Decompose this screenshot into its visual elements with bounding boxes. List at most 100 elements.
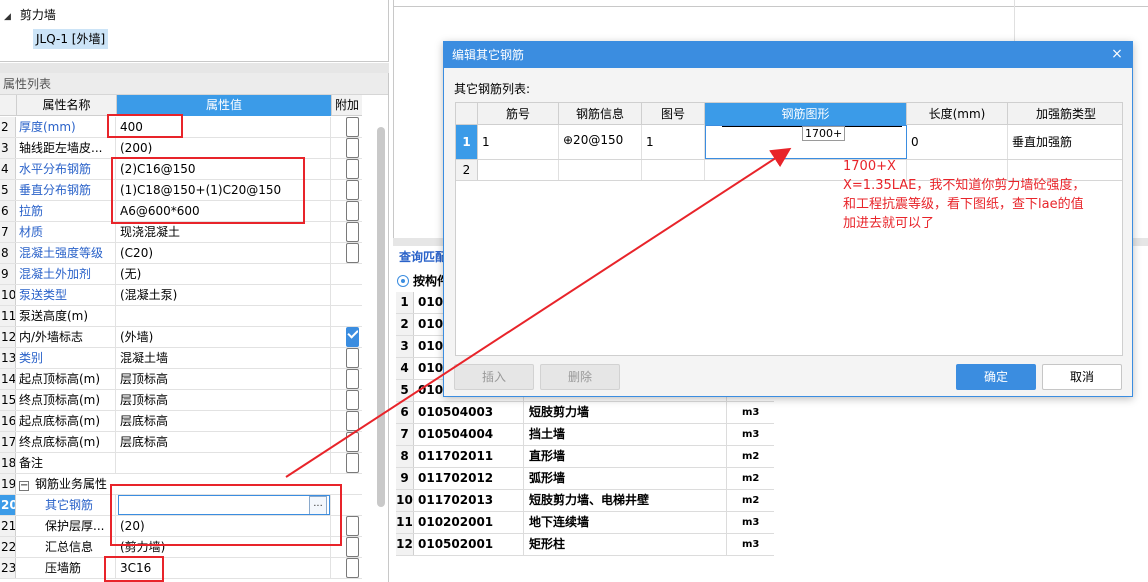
query-row[interactable]: 10 011702013 短肢剪力墙、电梯井壁 m2 [396, 490, 774, 512]
cell-shape[interactable]: 1700+ [705, 125, 907, 159]
collapse-icon[interactable]: − [19, 481, 29, 491]
item-code[interactable]: 010504003 [416, 402, 524, 423]
item-name[interactable]: 直形墙 [525, 446, 727, 467]
radio-selected-icon[interactable] [397, 275, 409, 287]
query-row[interactable]: 12 010502001 矩形柱 m3 [396, 534, 774, 556]
property-row[interactable]: 23 压墙筋 3C16 [0, 558, 362, 579]
item-name[interactable]: 挡土墙 [525, 424, 727, 445]
extra-checkbox[interactable] [346, 180, 359, 200]
item-code[interactable]: 010502001 [416, 534, 524, 555]
property-row[interactable]: 13 类别 混凝土墙 [0, 348, 362, 369]
cell-bar-info[interactable] [559, 160, 642, 180]
header-extra[interactable]: 附加 [332, 95, 362, 116]
rebar-row[interactable]: 1 1 ⊕20@150 1 1700+ 0 垂直加强筋 [456, 125, 1122, 160]
cell-bar-no[interactable] [478, 160, 559, 180]
property-value[interactable]: (外墙) [117, 327, 331, 347]
collapse-triangle-icon[interactable]: ◢ [4, 8, 16, 26]
property-row[interactable]: 15 终点顶标高(m) 层顶标高 [0, 390, 362, 411]
property-row[interactable]: 11 泵送高度(m) [0, 306, 362, 327]
extra-checkbox[interactable] [346, 117, 359, 137]
extra-checkbox[interactable] [346, 138, 359, 158]
extra-checkbox[interactable] [346, 411, 359, 431]
header-value[interactable]: 属性值 [117, 95, 332, 116]
property-row[interactable]: 14 起点顶标高(m) 层顶标高 [0, 369, 362, 390]
property-row[interactable]: 8 混凝土强度等级 (C20) [0, 243, 362, 264]
cancel-button[interactable]: 取消 [1042, 364, 1122, 390]
extra-checkbox[interactable] [346, 243, 359, 263]
extra-checkbox[interactable] [346, 516, 359, 536]
item-code[interactable]: 010504004 [416, 424, 524, 445]
property-value[interactable]: (200) [117, 138, 331, 158]
tree-node-shear-wall[interactable]: ◢ 剪力墙 [4, 6, 56, 24]
property-row[interactable]: 7 材质 现浇混凝土 [0, 222, 362, 243]
col-type[interactable]: 加强筋类型 [1008, 103, 1122, 125]
property-row[interactable]: 12 内/外墙标志 (外墙) [0, 327, 362, 348]
extra-checkbox[interactable] [346, 369, 359, 389]
property-row[interactable]: 3 轴线距左墙皮... (200) [0, 138, 362, 159]
delete-button[interactable]: 删除 [540, 364, 620, 390]
insert-button[interactable]: 插入 [454, 364, 534, 390]
extra-checkbox[interactable] [346, 537, 359, 557]
extra-checkbox[interactable] [346, 390, 359, 410]
cell-fig-no[interactable]: 1 [642, 125, 705, 159]
col-bar-info[interactable]: 钢筋信息 [559, 103, 642, 125]
property-value[interactable] [117, 453, 331, 473]
extra-checkbox[interactable] [346, 348, 359, 368]
query-row[interactable]: 11 010202001 地下连续墙 m3 [396, 512, 774, 534]
query-row[interactable]: 9 011702012 弧形墙 m2 [396, 468, 774, 490]
col-length[interactable]: 长度(mm) [907, 103, 1008, 125]
extra-checkbox[interactable] [346, 222, 359, 242]
row-num[interactable]: 2 [456, 160, 478, 180]
close-icon[interactable]: × [1108, 45, 1126, 63]
cell-bar-info[interactable]: ⊕20@150 [559, 125, 642, 159]
cell-length[interactable]: 0 [907, 125, 1008, 159]
item-name[interactable]: 矩形柱 [525, 534, 727, 555]
extra-checkbox[interactable] [346, 558, 359, 578]
property-value[interactable]: (混凝土泵) [117, 285, 331, 305]
cell-type[interactable]: 垂直加强筋 [1008, 125, 1122, 159]
item-code[interactable]: 011702012 [416, 468, 524, 489]
item-name[interactable]: 短肢剪力墙 [525, 402, 727, 423]
property-row[interactable]: 10 泵送类型 (混凝土泵) [0, 285, 362, 306]
property-value[interactable]: (C20) [117, 243, 331, 263]
col-fig-no[interactable]: 图号 [642, 103, 705, 125]
query-row[interactable]: 7 010504004 挡土墙 m3 [396, 424, 774, 446]
item-code[interactable]: 011702011 [416, 446, 524, 467]
item-name[interactable]: 短肢剪力墙、电梯井壁 [525, 490, 727, 511]
query-row[interactable]: 8 011702011 直形墙 m2 [396, 446, 774, 468]
property-row[interactable]: 16 起点底标高(m) 层底标高 [0, 411, 362, 432]
property-value[interactable]: 混凝土墙 [117, 348, 331, 368]
col-shape[interactable]: 钢筋图形 [705, 103, 907, 125]
header-name[interactable]: 属性名称 [17, 95, 117, 116]
property-value[interactable]: 层底标高 [117, 432, 331, 452]
property-scrollbar[interactable] [377, 127, 385, 507]
extra-checkbox[interactable] [346, 159, 359, 179]
extra-checkbox[interactable] [346, 453, 359, 473]
cell-bar-no[interactable]: 1 [478, 125, 559, 159]
property-value[interactable]: 层顶标高 [117, 369, 331, 389]
cell-fig-no[interactable] [642, 160, 705, 180]
property-value[interactable]: 现浇混凝土 [117, 222, 331, 242]
property-row[interactable]: 18 备注 [0, 453, 362, 474]
property-value[interactable]: 层顶标高 [117, 390, 331, 410]
property-value[interactable]: (无) [117, 264, 331, 284]
item-code[interactable]: 010202001 [416, 512, 524, 533]
property-value[interactable]: 层底标高 [117, 411, 331, 431]
property-row[interactable]: 17 终点底标高(m) 层底标高 [0, 432, 362, 453]
property-row[interactable]: 9 混凝土外加剂 (无) [0, 264, 362, 285]
query-row[interactable]: 6 010504003 短肢剪力墙 m3 [396, 402, 774, 424]
extra-checkbox[interactable] [346, 327, 359, 347]
extra-checkbox[interactable] [346, 201, 359, 221]
item-name[interactable]: 弧形墙 [525, 468, 727, 489]
property-value[interactable] [117, 306, 331, 326]
rebar-length-input[interactable]: 1700+ [802, 126, 846, 141]
ok-button[interactable]: 确定 [956, 364, 1036, 390]
tree-leaf-jlq1[interactable]: JLQ-1 [外墙] [33, 29, 109, 49]
query-match-tab[interactable]: 查询匹配 [393, 246, 447, 268]
item-name[interactable]: 地下连续墙 [525, 512, 727, 533]
by-component-radio[interactable]: 按构件 [393, 270, 449, 292]
col-bar-no[interactable]: 筋号 [478, 103, 559, 125]
row-num[interactable]: 1 [456, 125, 478, 159]
item-code[interactable]: 011702013 [416, 490, 524, 511]
extra-checkbox[interactable] [346, 432, 359, 452]
